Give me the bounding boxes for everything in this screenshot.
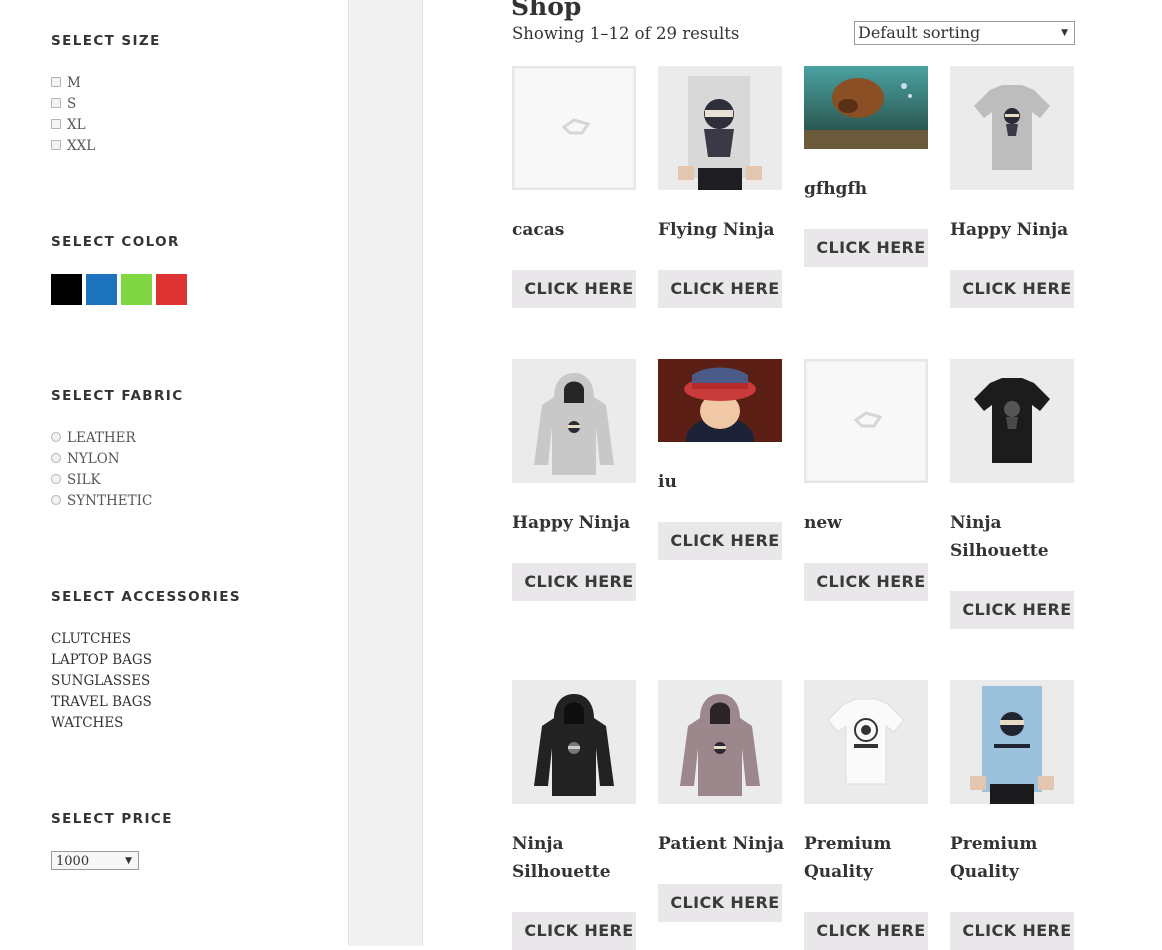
- price-filter-title: SELECT PRICE: [51, 811, 173, 827]
- accessory-link-clutches[interactable]: CLUTCHES: [51, 629, 152, 650]
- product-title[interactable]: Ninja Silhouette: [512, 830, 642, 886]
- price-select[interactable]: 1000 ▼: [51, 851, 139, 870]
- size-label: XXL: [67, 138, 96, 154]
- radio-button[interactable]: [51, 431, 61, 442]
- product-title[interactable]: Premium Quality: [950, 830, 1080, 886]
- result-count: Showing 1–12 of 29 results: [512, 24, 740, 43]
- fabric-label: NYLON: [67, 451, 120, 467]
- click-here-button[interactable]: CLICK HERE: [512, 270, 636, 308]
- size-option-xxl[interactable]: XXL: [51, 136, 95, 157]
- product-title[interactable]: Patient Ninja: [658, 830, 788, 858]
- product-image[interactable]: [512, 359, 636, 483]
- checkbox[interactable]: [51, 97, 61, 108]
- accessory-link-sunglasses[interactable]: SUNGLASSES: [51, 671, 152, 692]
- sorting-select-value: Default sorting: [858, 23, 981, 42]
- size-filter-title: SELECT SIZE: [51, 33, 161, 49]
- fabric-option-leather[interactable]: LEATHER: [51, 428, 152, 449]
- checkbox[interactable]: [51, 139, 61, 150]
- click-here-button[interactable]: CLICK HERE: [804, 912, 928, 950]
- radio-button[interactable]: [51, 494, 61, 505]
- checkbox[interactable]: [51, 76, 61, 87]
- click-here-button[interactable]: CLICK HERE: [804, 563, 928, 601]
- size-label: S: [67, 96, 77, 112]
- chevron-down-icon: ▼: [1061, 28, 1068, 38]
- fabric-option-silk[interactable]: SILK: [51, 470, 152, 491]
- size-option-s[interactable]: S: [51, 94, 95, 115]
- product-title[interactable]: Happy Ninja: [950, 216, 1080, 244]
- product-title[interactable]: cacas: [512, 216, 642, 244]
- size-option-m[interactable]: M: [51, 73, 95, 94]
- size-option-xl[interactable]: XL: [51, 115, 95, 136]
- click-here-button[interactable]: CLICK HERE: [512, 563, 636, 601]
- product-image[interactable]: [658, 680, 782, 804]
- product-image[interactable]: [950, 359, 1074, 483]
- click-here-button[interactable]: CLICK HERE: [950, 912, 1074, 950]
- product-image[interactable]: [804, 680, 928, 804]
- click-here-button[interactable]: CLICK HERE: [658, 884, 782, 922]
- content-gutter: [349, 0, 423, 946]
- product-title[interactable]: Ninja Silhouette: [950, 509, 1080, 565]
- fabric-filter-title: SELECT FABRIC: [51, 388, 184, 404]
- click-here-button[interactable]: CLICK HERE: [950, 591, 1074, 629]
- fabric-label: LEATHER: [67, 430, 136, 446]
- price-select-value: 1000: [56, 854, 90, 869]
- product-image[interactable]: [512, 66, 636, 190]
- click-here-button[interactable]: CLICK HERE: [950, 270, 1074, 308]
- click-here-button[interactable]: CLICK HERE: [804, 229, 928, 267]
- color-swatch-green[interactable]: [121, 274, 152, 305]
- product-title[interactable]: iu: [658, 468, 788, 496]
- size-label: M: [67, 75, 81, 91]
- product-image[interactable]: [658, 359, 782, 442]
- click-here-button[interactable]: CLICK HERE: [512, 912, 636, 950]
- fabric-label: SILK: [67, 472, 101, 488]
- accessories-filter-title: SELECT ACCESSORIES: [51, 589, 241, 605]
- product-image[interactable]: [512, 680, 636, 804]
- fabric-options: LEATHER NYLON SILK SYNTHETIC: [51, 428, 152, 512]
- color-filter-title: SELECT COLOR: [51, 234, 180, 250]
- accessory-link-watches[interactable]: WATCHES: [51, 713, 152, 734]
- radio-button[interactable]: [51, 452, 61, 463]
- fabric-option-nylon[interactable]: NYLON: [51, 449, 152, 470]
- filter-sidebar: SELECT SIZE M S XL XXL SELECT COLOR SELE…: [0, 0, 349, 946]
- sorting-select[interactable]: Default sorting ▼: [854, 21, 1075, 45]
- accessories-options: CLUTCHES LAPTOP BAGS SUNGLASSES TRAVEL B…: [51, 629, 152, 734]
- color-swatch-black[interactable]: [51, 274, 82, 305]
- product-title[interactable]: gfhgfh: [804, 175, 934, 203]
- fabric-label: SYNTHETIC: [67, 493, 153, 509]
- shop-main: Shop Showing 1–12 of 29 results Default …: [423, 0, 1162, 950]
- product-title[interactable]: Premium Quality: [804, 830, 934, 886]
- size-options: M S XL XXL: [51, 73, 95, 157]
- product-image[interactable]: [804, 359, 928, 483]
- color-swatches: [51, 274, 187, 305]
- product-title[interactable]: Happy Ninja: [512, 509, 642, 537]
- color-swatch-blue[interactable]: [86, 274, 117, 305]
- checkbox[interactable]: [51, 118, 61, 129]
- accessory-link-laptop-bags[interactable]: LAPTOP BAGS: [51, 650, 152, 671]
- accessory-link-travel-bags[interactable]: TRAVEL BAGS: [51, 692, 152, 713]
- fabric-option-synthetic[interactable]: SYNTHETIC: [51, 491, 152, 512]
- product-title[interactable]: new: [804, 509, 934, 537]
- product-image[interactable]: [658, 66, 782, 190]
- page-title: Shop: [511, 0, 582, 21]
- chevron-down-icon: ▼: [125, 856, 132, 866]
- radio-button[interactable]: [51, 473, 61, 484]
- product-image[interactable]: [950, 66, 1074, 190]
- product-title[interactable]: Flying Ninja: [658, 216, 788, 244]
- click-here-button[interactable]: CLICK HERE: [658, 522, 782, 560]
- size-label: XL: [67, 117, 86, 133]
- product-image[interactable]: [804, 66, 928, 149]
- click-here-button[interactable]: CLICK HERE: [658, 270, 782, 308]
- color-swatch-red[interactable]: [156, 274, 187, 305]
- product-image[interactable]: [950, 680, 1074, 804]
